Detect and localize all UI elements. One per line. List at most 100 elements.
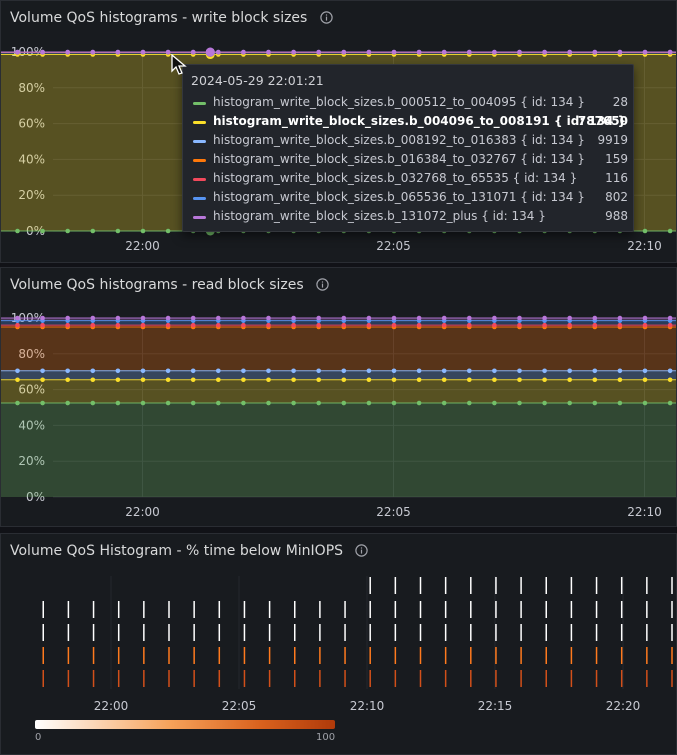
hover-point [205, 47, 215, 57]
heatmap-cell [570, 577, 573, 594]
x-tick-label: 22:00 [94, 699, 129, 713]
series-point [416, 315, 422, 321]
tooltip-series-value: 802 [605, 190, 628, 204]
series-point [416, 400, 422, 406]
heatmap-cell [218, 601, 221, 618]
heatmap-cell [545, 647, 547, 664]
heatmap-cell [143, 647, 145, 664]
heatmap-cell [470, 624, 472, 641]
series-point [65, 400, 70, 406]
heatmap-cell [92, 601, 95, 618]
series-point [115, 368, 121, 374]
heatmap-cell [67, 601, 70, 618]
tooltip-row: histogram_write_block_sizes.b_016384_to_… [191, 151, 628, 170]
series-point [667, 228, 673, 234]
series-point [642, 322, 648, 328]
heatmap-cell [671, 670, 673, 687]
series-point [441, 49, 447, 55]
series-point [90, 322, 96, 328]
series-point [316, 368, 322, 374]
series-point [492, 322, 497, 328]
series-point [291, 400, 296, 406]
heatmap-cell [595, 670, 598, 687]
series-point [190, 49, 196, 55]
heatmap-cell [646, 577, 648, 594]
series-point [266, 322, 271, 328]
heatmap-cell [92, 624, 95, 641]
series-point [65, 228, 70, 234]
series-point [592, 315, 598, 321]
heatmap-cell [294, 624, 296, 641]
series-point [592, 49, 598, 55]
heatmap-cell [344, 624, 346, 641]
x-tick-label: 22:10 [627, 505, 662, 519]
series-point [241, 49, 246, 55]
series-point [291, 49, 296, 55]
heatmap-cell [444, 577, 447, 594]
heatmap-cell [67, 670, 70, 687]
series-point [391, 49, 397, 55]
heatmap-cell [243, 601, 246, 618]
heatmap-cell [495, 624, 497, 641]
series-point [15, 315, 20, 321]
series-point [366, 49, 372, 55]
series-point [467, 377, 472, 383]
series-point [341, 400, 347, 406]
series-point [291, 322, 296, 328]
series-point [517, 315, 522, 321]
series-point [165, 322, 171, 328]
heatmap-cell [42, 601, 44, 618]
series-point [165, 400, 171, 406]
series-point [90, 400, 96, 406]
series-point [140, 49, 146, 55]
series-point [15, 400, 20, 406]
heatmap-cell [470, 647, 472, 664]
series-point [617, 315, 623, 321]
read-chart[interactable]: 100%80%60%40%20%0%22:0022:0522:1022:1522… [1, 268, 677, 527]
heatmap-cell [117, 647, 120, 664]
heatmap-cell [444, 601, 447, 618]
tooltip-series-name: histogram_write_block_sizes.b_008192_to_… [213, 133, 585, 147]
panel-read-block-sizes: Volume QoS histograms - read block sizes… [0, 267, 677, 527]
series-point [316, 322, 322, 328]
heatmap-cell [243, 624, 246, 641]
heatmap-cell [545, 577, 547, 594]
series-point [517, 49, 522, 55]
series-point [567, 322, 572, 328]
series-point [266, 49, 271, 55]
series-point [617, 400, 623, 406]
series-point [15, 228, 20, 234]
series-point [542, 377, 547, 383]
heatmap-cell [671, 577, 673, 594]
series-point [366, 368, 372, 374]
heatmap-cell [570, 647, 573, 664]
heatmap-cell [495, 577, 497, 594]
series-point [115, 228, 121, 234]
tooltip-series-value: 988 [605, 209, 628, 223]
series-area [1, 326, 676, 371]
series-point [291, 377, 296, 383]
series-point [567, 368, 572, 374]
heatmap-cell [294, 601, 296, 618]
series-point [266, 315, 271, 321]
heatmap-cell [545, 670, 547, 687]
series-point [391, 368, 397, 374]
series-point [467, 315, 472, 321]
heatmap-cell [646, 647, 648, 664]
heatmap-cell [595, 624, 598, 641]
series-point [241, 368, 246, 374]
tooltip-row: histogram_write_block_sizes.b_000512_to_… [191, 94, 628, 113]
series-point [190, 315, 196, 321]
heatmap-cell [369, 601, 371, 618]
tooltip-series-value: 159 [605, 152, 628, 166]
heatmap-cell [168, 601, 170, 618]
series-point [617, 49, 623, 55]
series-point [190, 400, 196, 406]
series-point [90, 228, 96, 234]
series-point [140, 315, 146, 321]
heatmap-cell [117, 624, 120, 641]
heatmap-cell [394, 647, 397, 664]
series-point [467, 368, 472, 374]
series-point [467, 322, 472, 328]
heatmap-cell [42, 647, 44, 664]
